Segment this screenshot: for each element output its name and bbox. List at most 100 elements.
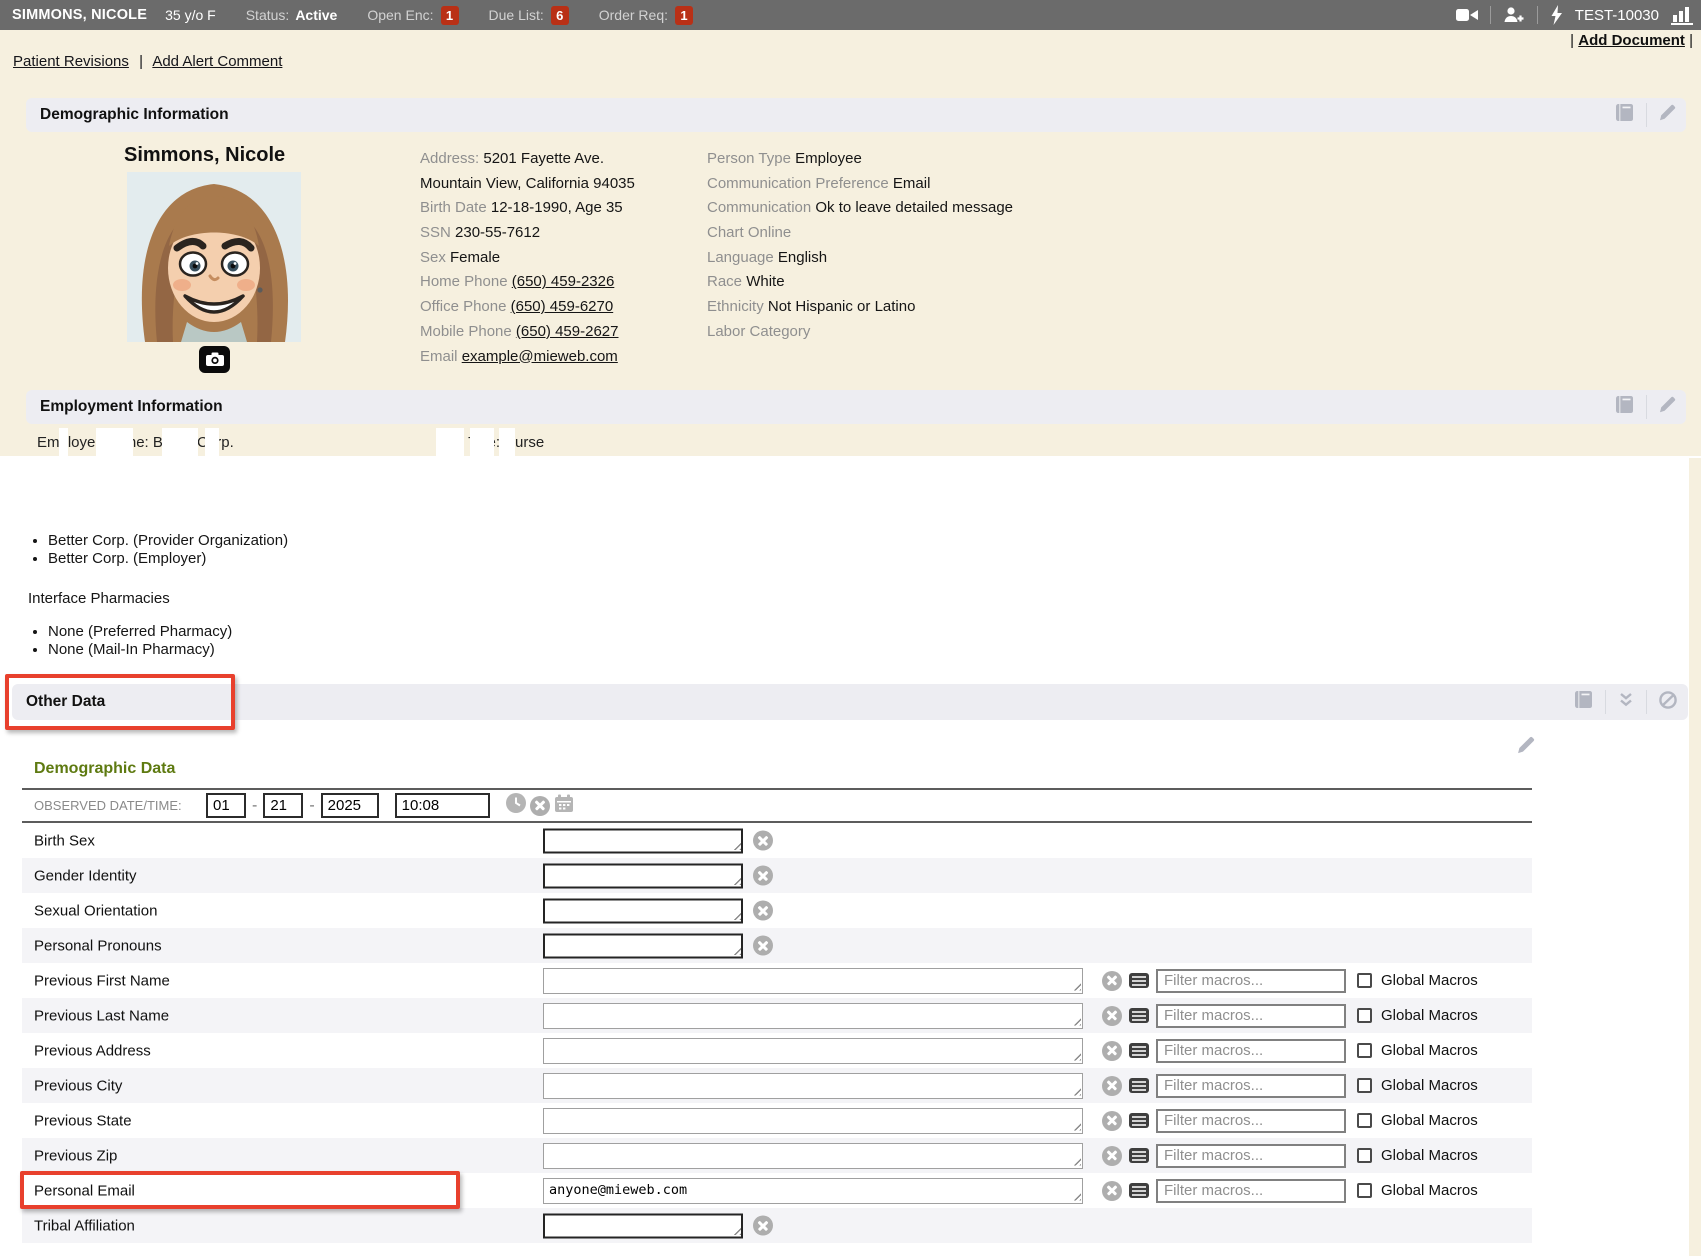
white-overlay [436, 428, 464, 458]
pencil-icon[interactable] [1516, 736, 1535, 760]
textarea-wrap [543, 1038, 1083, 1064]
field-value-link[interactable]: (650) 459-2627 [516, 323, 619, 340]
clear-icon[interactable] [753, 1216, 773, 1236]
table-row: Previous ZipGlobal Macros [22, 1138, 1532, 1173]
clear-icon[interactable] [753, 901, 773, 921]
clear-icon[interactable] [753, 831, 773, 851]
observed-month-input[interactable] [206, 793, 246, 818]
global-macros-label: Global Macros [1381, 1112, 1478, 1129]
clear-icon[interactable] [1102, 1076, 1122, 1096]
tribal-affiliation-input[interactable] [543, 1213, 743, 1238]
order-req-badge[interactable]: 1 [675, 6, 693, 25]
filter-macros-input[interactable] [1156, 1109, 1346, 1133]
row-controls [543, 828, 773, 853]
personal-pronouns-input[interactable] [543, 933, 743, 958]
previous-city-label: Previous City [34, 1077, 122, 1094]
gender-identity-input[interactable] [543, 863, 743, 888]
observed-time-input[interactable] [395, 793, 490, 818]
collapse-chevrons-icon[interactable] [1617, 692, 1635, 713]
due-list-badge[interactable]: 6 [551, 6, 569, 25]
macro-list-icon[interactable] [1129, 1183, 1149, 1198]
filter-macros-input[interactable] [1156, 969, 1346, 993]
field-line: Chart Online [707, 221, 1127, 246]
field-value-link[interactable]: (650) 459-2326 [512, 273, 615, 290]
global-macros-label: Global Macros [1381, 1182, 1478, 1199]
global-macros-checkbox[interactable] [1357, 1078, 1372, 1093]
personal-email-textarea[interactable] [543, 1178, 1083, 1204]
sexual-orientation-input[interactable] [543, 898, 743, 923]
clear-icon[interactable] [1102, 971, 1122, 991]
clear-icon[interactable] [753, 936, 773, 956]
previous-zip-textarea[interactable] [543, 1143, 1083, 1169]
previous-address-textarea[interactable] [543, 1038, 1083, 1064]
field-value: White [746, 273, 784, 290]
clear-icon[interactable] [1102, 1006, 1122, 1026]
filter-macros-input[interactable] [1156, 1074, 1346, 1098]
observed-year-input[interactable] [321, 793, 379, 818]
global-macros-checkbox[interactable] [1357, 1113, 1372, 1128]
global-macros-checkbox[interactable] [1357, 1043, 1372, 1058]
filter-macros-input[interactable] [1156, 1144, 1346, 1168]
global-macros-checkbox[interactable] [1357, 973, 1372, 988]
pencil-icon[interactable] [1658, 396, 1676, 419]
clear-icon[interactable] [1102, 1181, 1122, 1201]
field-line: Mountain View, California 94035 [420, 172, 705, 197]
white-overlay [470, 428, 494, 458]
macro-list-icon[interactable] [1129, 1113, 1149, 1128]
global-macros-checkbox[interactable] [1357, 1148, 1372, 1163]
open-enc-badge[interactable]: 1 [441, 6, 459, 25]
book-icon[interactable] [1614, 395, 1635, 419]
lightning-icon[interactable] [1550, 5, 1563, 25]
previous-last-name-textarea[interactable] [543, 1003, 1083, 1029]
clear-icon[interactable] [753, 866, 773, 886]
field-value-link[interactable]: (650) 459-6270 [511, 298, 614, 315]
global-macros-label: Global Macros [1381, 1007, 1478, 1024]
global-macros-checkbox[interactable] [1357, 1008, 1372, 1023]
disable-icon[interactable] [1658, 690, 1678, 715]
macro-list-icon[interactable] [1129, 1008, 1149, 1023]
filter-macros-input[interactable] [1156, 1179, 1346, 1203]
macro-list-icon[interactable] [1129, 1043, 1149, 1058]
previous-state-textarea[interactable] [543, 1108, 1083, 1134]
add-alert-comment-link[interactable]: Add Alert Comment [152, 53, 282, 70]
camera-icon[interactable] [199, 346, 230, 373]
macro-list-icon[interactable] [1129, 1148, 1149, 1163]
field-label: Mobile Phone [420, 323, 516, 340]
clear-icon[interactable] [1102, 1111, 1122, 1131]
status-label: Status: [246, 7, 290, 23]
bar-chart-icon[interactable] [1671, 6, 1693, 25]
field-label: Language [707, 249, 778, 266]
book-icon[interactable] [1573, 690, 1594, 714]
birth-sex-input[interactable] [543, 828, 743, 853]
clear-icon[interactable] [530, 796, 550, 816]
observed-datetime-row: OBSERVED DATE/TIME: - - [22, 788, 1532, 823]
book-icon[interactable] [1614, 103, 1635, 127]
video-camera-icon[interactable] [1456, 7, 1478, 23]
macro-list-icon[interactable] [1129, 973, 1149, 988]
pencil-icon[interactable] [1658, 104, 1676, 127]
add-document-link[interactable]: Add Document [1578, 32, 1685, 49]
input-wrap [543, 933, 743, 958]
list-item: None (Mail-In Pharmacy) [48, 641, 232, 659]
patient-revisions-link[interactable]: Patient Revisions [13, 53, 129, 70]
input-wrap [543, 863, 743, 888]
patient-header-bar: SIMMONS, NICOLE 35 y/o F Status: Active … [0, 0, 1701, 30]
observed-day-input[interactable] [263, 793, 303, 818]
field-line: Office Phone (650) 459-6270 [420, 295, 705, 320]
filter-macros-input[interactable] [1156, 1004, 1346, 1028]
global-macros-checkbox[interactable] [1357, 1183, 1372, 1198]
global-macros-label: Global Macros [1381, 1042, 1478, 1059]
clock-icon[interactable] [506, 793, 526, 818]
textarea-wrap [543, 1143, 1083, 1169]
previous-city-textarea[interactable] [543, 1073, 1083, 1099]
textarea-wrap [543, 1178, 1083, 1204]
calendar-icon[interactable] [554, 794, 574, 818]
macro-list-icon[interactable] [1129, 1078, 1149, 1093]
add-person-icon[interactable] [1503, 6, 1525, 24]
previous-first-name-textarea[interactable] [543, 968, 1083, 994]
filter-macros-input[interactable] [1156, 1039, 1346, 1063]
field-line: Birth Date 12-18-1990, Age 35 [420, 196, 705, 221]
clear-icon[interactable] [1102, 1041, 1122, 1061]
field-value-link[interactable]: example@mieweb.com [462, 348, 618, 365]
clear-icon[interactable] [1102, 1146, 1122, 1166]
